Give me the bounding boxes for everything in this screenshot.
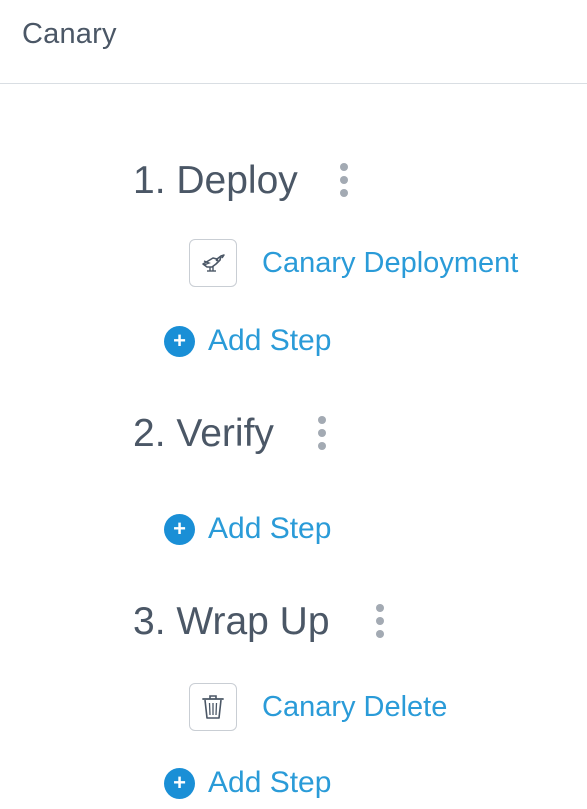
section-heading-deploy: 1. Deploy [133, 159, 298, 202]
plus-icon: + [164, 513, 195, 545]
section-menu-verify-kebab-icon[interactable] [315, 416, 329, 450]
add-step-label: Add Step [208, 512, 332, 545]
add-step-button-deploy[interactable]: + Add Step [164, 324, 331, 358]
panel-header: Canary [0, 0, 587, 84]
plus-icon: + [164, 767, 195, 799]
page-title: Canary [22, 18, 117, 50]
step-canary-deployment[interactable]: Canary Deployment [189, 238, 518, 288]
trash-icon [189, 683, 237, 731]
section-menu-deploy-kebab-icon[interactable] [337, 163, 351, 197]
plus-icon: + [164, 325, 195, 357]
section-menu-wrap-up-kebab-icon[interactable] [373, 604, 387, 638]
step-name: Canary Deployment [262, 246, 519, 279]
add-step-button-verify[interactable]: + Add Step [164, 512, 331, 546]
section-heading-wrap-up: 3. Wrap Up [133, 600, 330, 643]
workflow-panel: Canary 1. Deploy Canary Deployment + Add… [0, 0, 587, 809]
step-canary-delete[interactable]: Canary Delete [189, 682, 447, 732]
add-step-button-wrap-up[interactable]: + Add Step [164, 766, 331, 800]
add-step-label: Add Step [208, 324, 332, 357]
add-step-label: Add Step [208, 766, 332, 799]
section-heading-verify: 2. Verify [133, 412, 274, 455]
canary-bird-icon [189, 239, 237, 287]
step-name: Canary Delete [262, 690, 448, 723]
